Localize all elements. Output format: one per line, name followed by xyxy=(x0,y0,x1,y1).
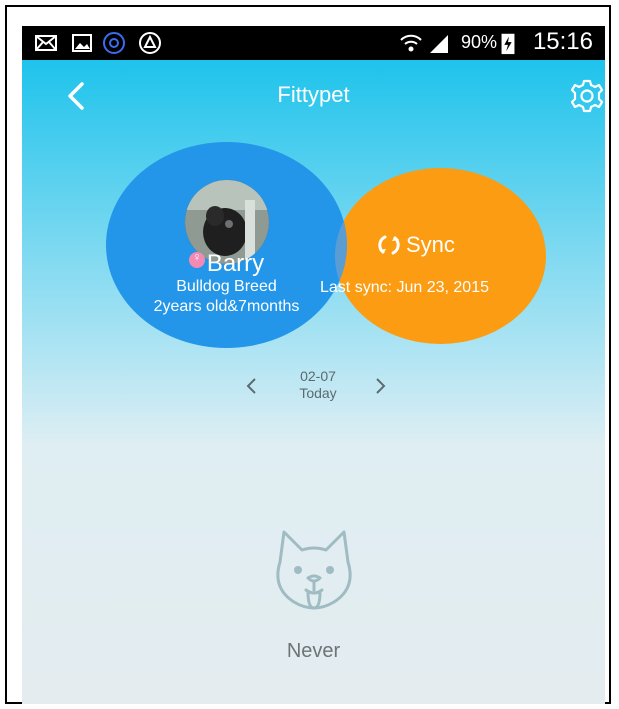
date-day-label: Today xyxy=(299,385,337,401)
pet-age: 2years old&7months xyxy=(153,298,300,315)
app-icon-a xyxy=(103,32,125,54)
signal-icon xyxy=(430,35,448,53)
pet-name: Barry xyxy=(106,250,347,278)
pet-breed: Bulldog Breed xyxy=(176,278,277,295)
sync-icon xyxy=(378,235,400,255)
settings-button[interactable] xyxy=(569,78,605,114)
status-time: 15:16 xyxy=(532,28,593,55)
empty-state-label: Never xyxy=(286,640,341,662)
sync-label: Sync xyxy=(406,232,455,257)
gallery-icon xyxy=(72,34,92,52)
battery-percent: 90% xyxy=(460,32,497,52)
dog-face-icon xyxy=(276,530,352,610)
previous-day-button[interactable] xyxy=(244,376,258,396)
app-screen: Fittypet Barry Bulldog Breed 2years old&… xyxy=(22,60,605,704)
app-icon-camera xyxy=(139,32,161,54)
date-value: 02-07 xyxy=(300,368,336,384)
pet-name-text: Barry xyxy=(206,250,265,277)
next-day-button[interactable] xyxy=(374,376,388,396)
female-icon xyxy=(188,250,205,268)
mail-icon xyxy=(35,35,57,51)
wifi-icon xyxy=(400,34,422,52)
page-title: Fittypet xyxy=(277,82,350,107)
status-bar: 90% 15:16 xyxy=(22,26,605,60)
last-sync-time: Last sync: Jun 23, 2015 xyxy=(320,279,489,296)
battery-charging-icon xyxy=(501,33,515,55)
date-display: 02-07 Today xyxy=(278,368,358,402)
